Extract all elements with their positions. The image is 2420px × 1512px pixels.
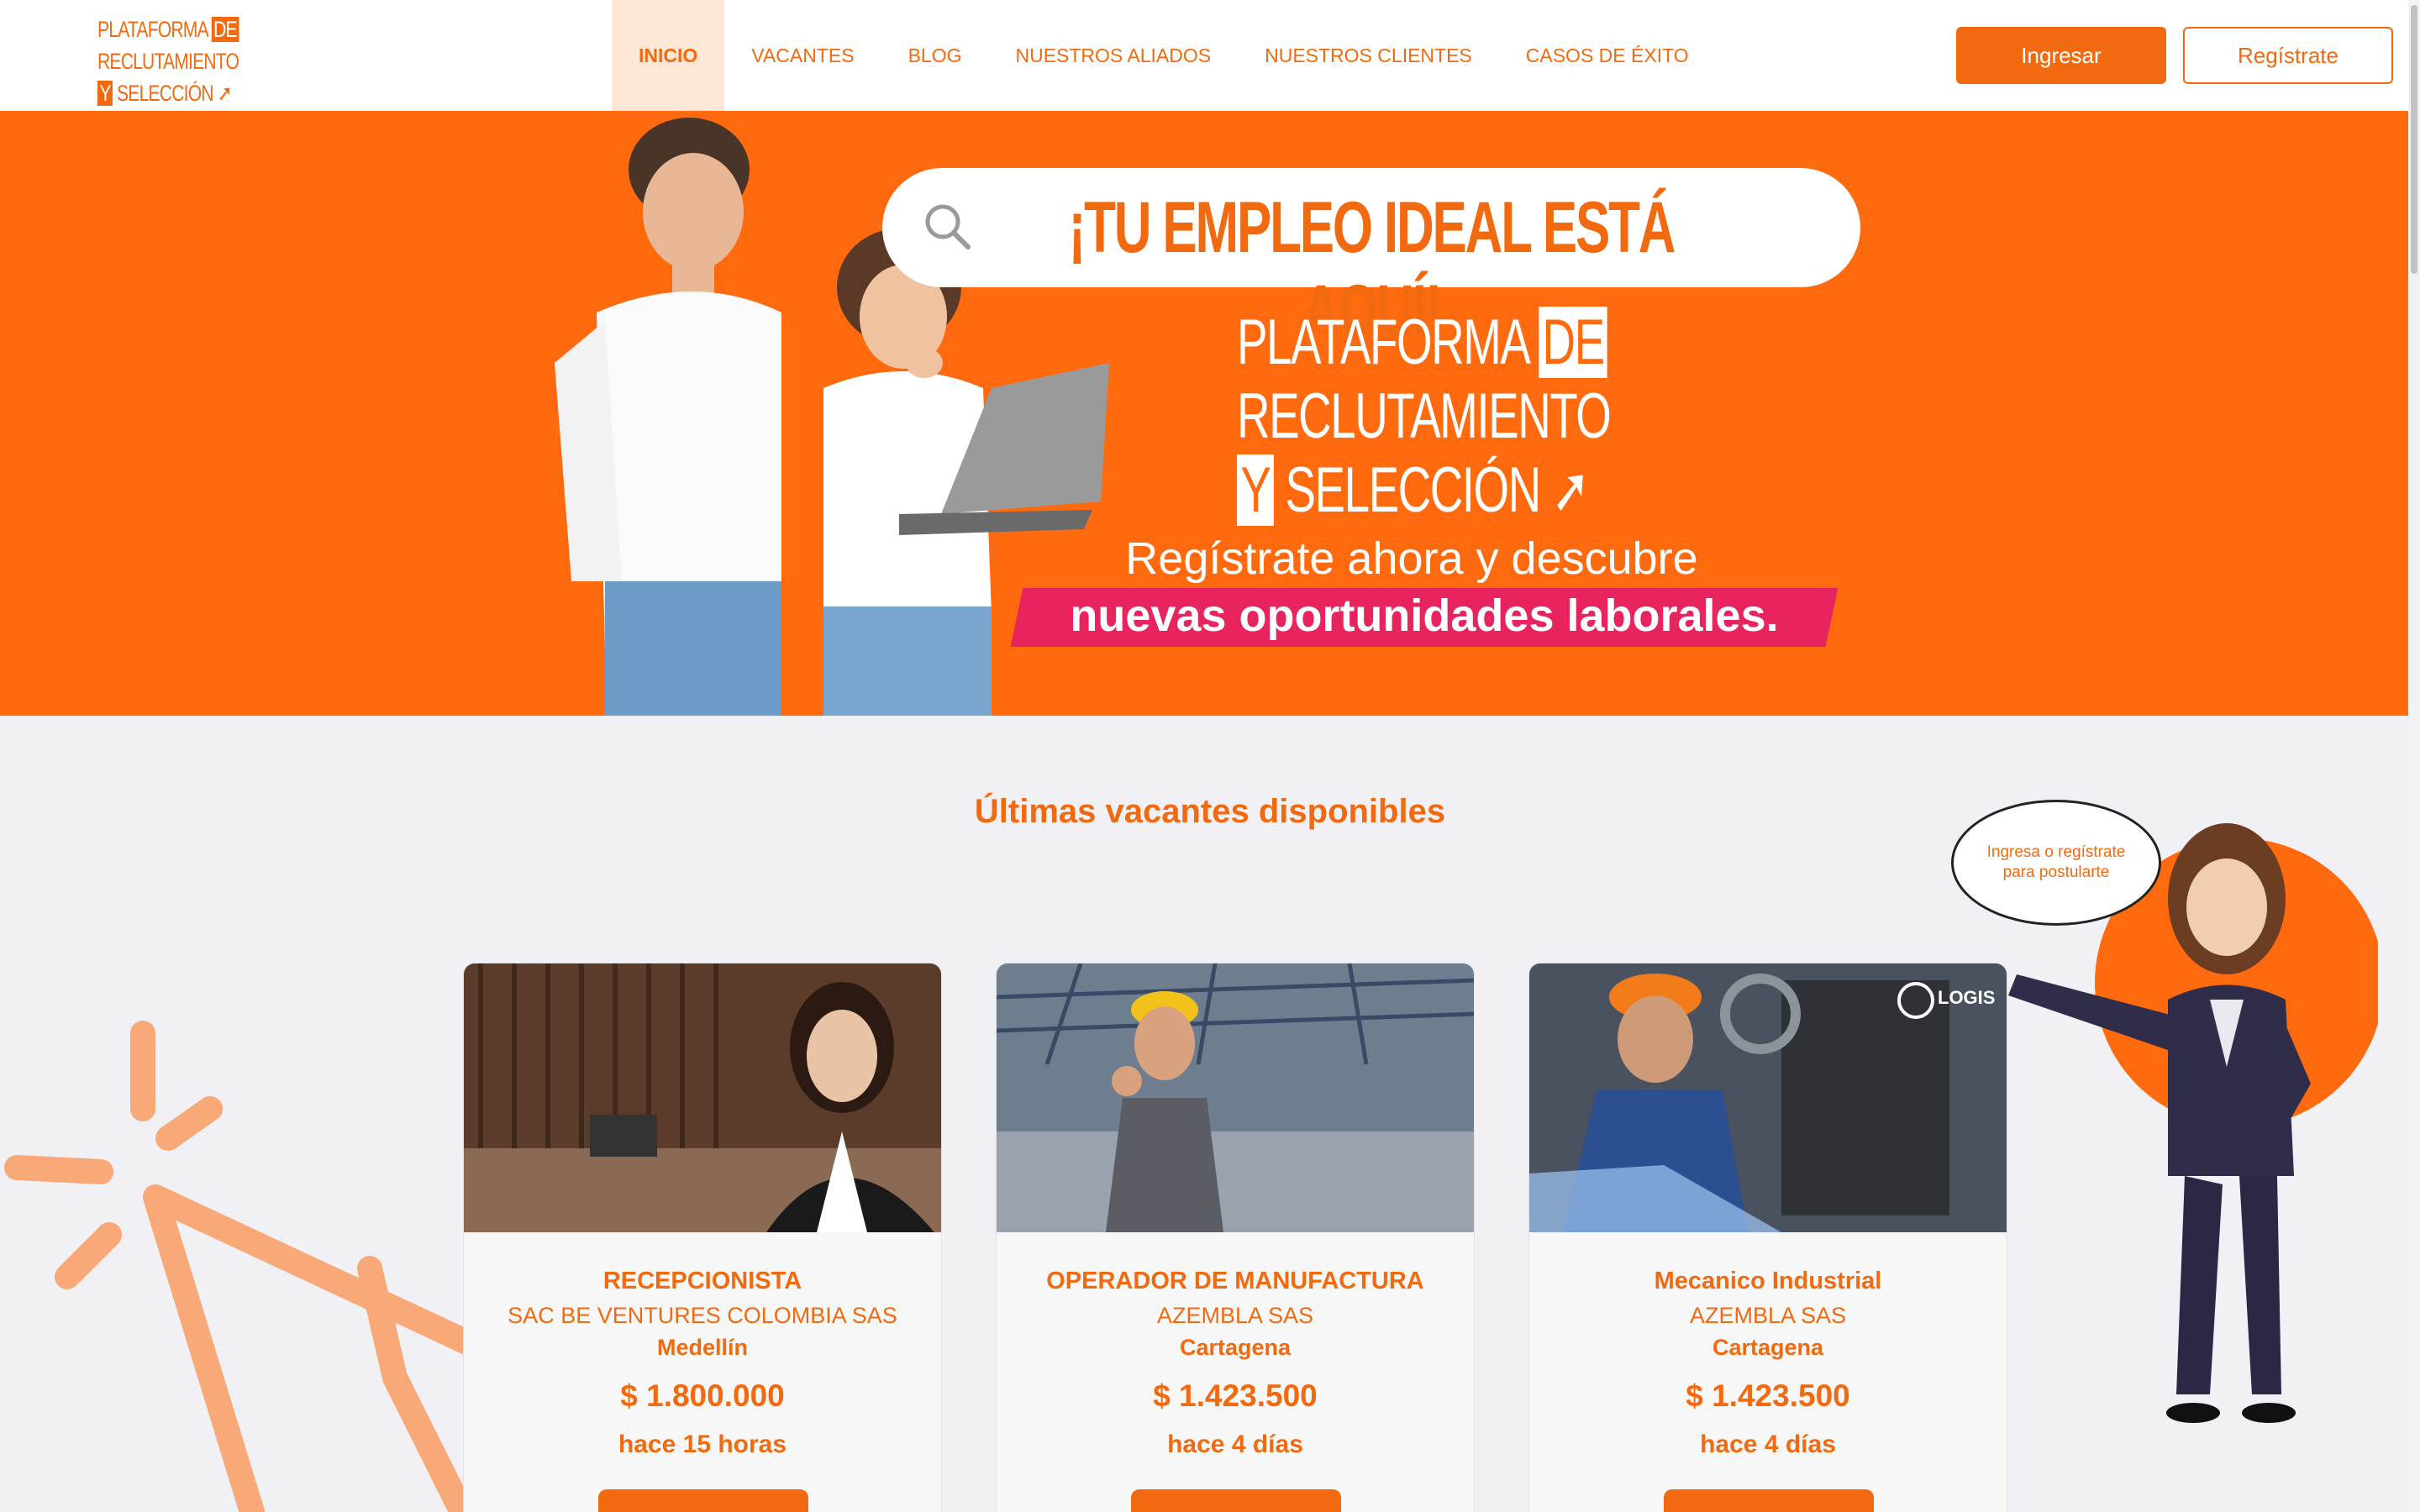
nav-item-nuestros-aliados[interactable]: NUESTROS ALIADOS xyxy=(988,0,1238,111)
job-photo-mechanic xyxy=(1529,963,2007,1232)
job-title[interactable]: RECEPCIONISTA xyxy=(464,1268,941,1295)
logo-line-2: RECLUTAMIENTO xyxy=(97,49,239,74)
nav-item-nuestros-clientes[interactable]: NUESTROS CLIENTES xyxy=(1238,0,1499,111)
search-icon xyxy=(925,204,971,249)
job-posted-time: hace 15 horas xyxy=(618,1431,787,1458)
cursor-decoration-icon xyxy=(4,1021,471,1512)
job-city: Cartagena xyxy=(1712,1335,1824,1360)
hero-tagline: Regístrate ahora y descubre xyxy=(1125,533,1698,584)
main-nav: INICIO VACANTES BLOG NUESTROS ALIADOS NU… xyxy=(612,0,1716,111)
hero-banner[interactable]: ¡TU EMPLEO IDEAL ESTÁ AQUÍ! PLATAFORMA D… xyxy=(0,111,2420,716)
cursor-click-icon: ➚ xyxy=(217,81,233,106)
job-photo-manufacturing xyxy=(997,963,1474,1232)
nav-item-inicio[interactable]: INICIO xyxy=(612,0,725,111)
apply-button[interactable] xyxy=(1131,1489,1341,1512)
logo-box-y: Y xyxy=(97,81,113,106)
login-button[interactable]: Ingresar xyxy=(1956,27,2166,84)
page-scrollbar[interactable] xyxy=(2408,0,2420,1512)
job-title[interactable]: Mecanico Industrial xyxy=(1529,1268,2007,1295)
job-company: SAC BE VENTURES COLOMBIA SAS xyxy=(508,1303,897,1328)
hero-brand-line-3: SELECCIÓN xyxy=(1285,454,1541,526)
job-company: AZEMBLA SAS xyxy=(1689,1303,1847,1328)
job-city: Medellín xyxy=(656,1335,748,1360)
nav-item-vacantes[interactable]: VACANTES xyxy=(724,0,881,111)
hero-brand: PLATAFORMA DE RECLUTAMIENTO Y SELECCIÓN … xyxy=(1237,306,1612,528)
job-card[interactable]: RECEPCIONISTA SAC BE VENTURES COLOMBIA S… xyxy=(463,963,942,1512)
job-company: AZEMBLA SAS xyxy=(1156,1303,1314,1328)
scrollbar-thumb[interactable] xyxy=(2411,5,2417,274)
job-title[interactable]: OPERADOR DE MANUFACTURA xyxy=(997,1268,1474,1295)
logo-line-3: SELECCIÓN xyxy=(117,81,213,106)
nav-item-casos-de-exito[interactable]: CASOS DE ÉXITO xyxy=(1499,0,1716,111)
hero-brand-box-y: Y xyxy=(1237,454,1274,526)
cursor-click-icon: ➚ xyxy=(1551,454,1591,526)
apply-button[interactable] xyxy=(598,1489,808,1512)
job-posted-time: hace 4 días xyxy=(1167,1431,1303,1458)
hero-brand-line-2: RECLUTAMIENTO xyxy=(1237,381,1612,452)
logo-line-1: PLATAFORMA xyxy=(97,17,208,42)
job-posted-time: hace 4 días xyxy=(1700,1431,1836,1458)
apply-button[interactable] xyxy=(1664,1489,1874,1512)
hero-tagline-highlight: nuevas oportunidades laborales. xyxy=(1070,591,1779,641)
nav-item-blog[interactable]: BLOG xyxy=(881,0,989,111)
job-salary: $ 1.800.000 xyxy=(620,1378,785,1413)
job-salary: $ 1.423.500 xyxy=(1153,1378,1318,1413)
job-city: Cartagena xyxy=(1179,1335,1292,1360)
job-photo-receptionist xyxy=(464,963,941,1232)
hero-search-banner: ¡TU EMPLEO IDEAL ESTÁ AQUÍ! xyxy=(882,168,1860,351)
hero-brand-line-1: PLATAFORMA xyxy=(1237,307,1528,378)
job-card[interactable]: OPERADOR DE MANUFACTURA AZEMBLA SAS Cart… xyxy=(996,963,1475,1512)
navbar: PLATAFORMA DE RECLUTAMIENTO Y SELECCIÓN … xyxy=(0,0,2420,111)
job-salary: $ 1.423.500 xyxy=(1686,1378,1850,1413)
job-card[interactable]: LOGIS Mecanico Industrial AZEMBLA SAS Ca… xyxy=(1528,963,2007,1512)
hero-brand-box-de: DE xyxy=(1539,307,1607,378)
site-logo[interactable]: PLATAFORMA DE RECLUTAMIENTO Y SELECCIÓN … xyxy=(97,13,239,106)
logo-box-de: DE xyxy=(211,17,239,42)
register-button[interactable]: Regístrate xyxy=(2183,27,2393,84)
mascot-speech-bubble: Ingresa o regístrate para postularte xyxy=(1951,800,2161,926)
